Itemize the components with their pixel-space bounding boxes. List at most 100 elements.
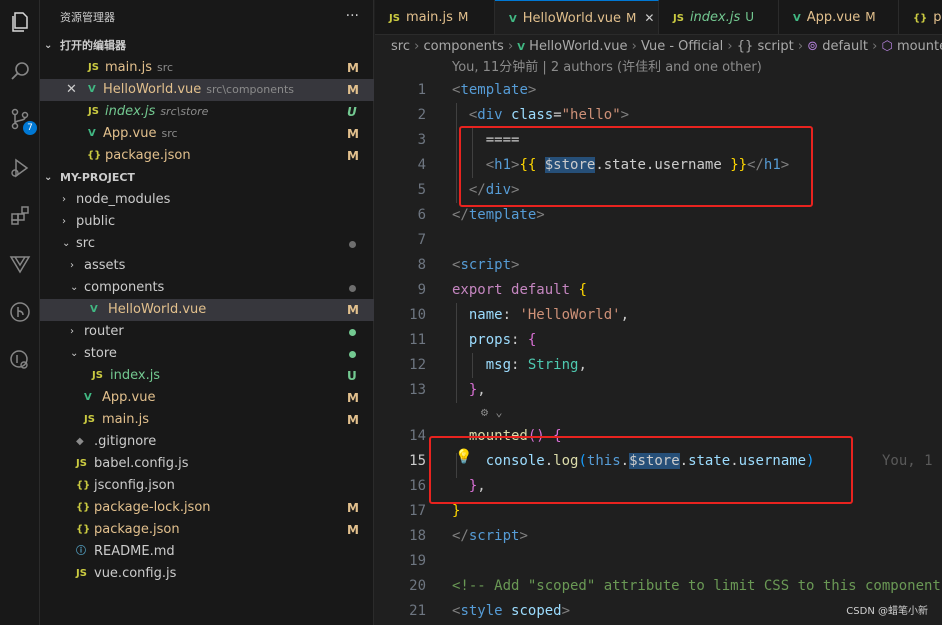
- vue-file-icon: V: [84, 392, 92, 403]
- chevron-right-icon: ›: [70, 260, 74, 271]
- code-line: props: {: [468, 332, 537, 348]
- tree-item[interactable]: V HelloWorld.vue M: [40, 299, 374, 321]
- json-file-icon: {}: [76, 502, 91, 513]
- chevron-right-icon: ›: [62, 216, 66, 227]
- tree-item[interactable]: V App.vue M: [40, 387, 374, 409]
- tab-app-vue[interactable]: V App.vue M: [779, 0, 899, 34]
- open-editor-item[interactable]: V App.vue src M: [40, 123, 374, 145]
- explorer-title: 资源管理器: [60, 11, 115, 24]
- tree-item[interactable]: › router: [40, 321, 374, 343]
- js-file-icon: JS: [673, 13, 684, 24]
- tree-item-label: vue.config.js: [94, 566, 177, 581]
- open-editor-item[interactable]: ✕ V HelloWorld.vue src\components M: [40, 79, 374, 101]
- line-number: 2: [417, 107, 426, 123]
- tab-status: M: [865, 10, 876, 24]
- git-status: M: [347, 501, 359, 515]
- line-number: 11: [409, 332, 426, 348]
- tab-main-js[interactable]: JS main.js M: [375, 0, 495, 34]
- search-icon[interactable]: [4, 55, 36, 87]
- codelens-blame[interactable]: You, 11分钟前 | 2 authors (许佳利 and one othe…: [452, 58, 762, 78]
- breadcrumb-item[interactable]: {} script: [737, 39, 794, 54]
- tree-item[interactable]: {} package-lock.json M: [40, 497, 374, 519]
- remote-icon[interactable]: [4, 344, 36, 376]
- extensions-icon[interactable]: [4, 200, 36, 232]
- tree-item[interactable]: › public: [40, 211, 374, 233]
- js-file-icon: JS: [76, 458, 87, 469]
- breadcrumb-item[interactable]: mounted: [897, 39, 942, 54]
- tree-item-label: main.js: [102, 412, 149, 427]
- open-editors-header[interactable]: ⌄ 打开的编辑器: [40, 35, 374, 57]
- code-line: </script>: [452, 528, 528, 544]
- tab-package-json[interactable]: {} p: [899, 0, 942, 34]
- line-number: 18: [409, 528, 426, 544]
- tab-helloworld-vue[interactable]: V HelloWorld.vue M ✕: [495, 0, 659, 34]
- git-status: M: [347, 413, 359, 427]
- tab-label: main.js: [405, 10, 453, 25]
- breadcrumb: src › components › V HelloWorld.vue › Vu…: [375, 36, 942, 58]
- codelens-icon[interactable]: ⚙ ⌄: [452, 400, 503, 425]
- run-debug-icon[interactable]: [4, 152, 36, 184]
- explorer-icon[interactable]: [4, 6, 36, 38]
- vue-file-icon: V: [517, 42, 526, 53]
- js-file-icon: JS: [88, 62, 99, 73]
- open-editor-item[interactable]: JS index.js src\store U: [40, 101, 374, 123]
- tree-item[interactable]: ⓘ README.md: [40, 541, 374, 563]
- project-header[interactable]: ⌄ MY-PROJECT: [40, 167, 374, 189]
- json-file-icon: {}: [76, 524, 91, 535]
- code-editor[interactable]: 1 2 3 4 5 6 7 8 9 10 11 12 13 14 15 16 17 18 19 20 21 <templ…: [375, 78, 942, 625]
- breadcrumb-item[interactable]: default: [822, 39, 868, 54]
- status-dot: [349, 241, 356, 248]
- tree-item[interactable]: ⌄ src: [40, 233, 374, 255]
- line-number: 6: [417, 207, 426, 223]
- symbol-icon: ⊚: [807, 39, 819, 54]
- tree-item[interactable]: JS babel.config.js: [40, 453, 374, 475]
- status-dot: [349, 329, 356, 336]
- tree-item-label: node_modules: [76, 192, 171, 207]
- open-editor-item[interactable]: {} package.json M: [40, 145, 374, 167]
- file-name: main.js: [105, 60, 152, 75]
- tree-item[interactable]: ◆ .gitignore: [40, 431, 374, 453]
- close-icon[interactable]: ✕: [66, 79, 77, 101]
- code-line: <script>: [452, 257, 520, 273]
- breadcrumb-item[interactable]: components: [423, 39, 503, 54]
- breadcrumb-item[interactable]: src: [391, 39, 410, 54]
- status-dot: [349, 351, 356, 358]
- tree-item[interactable]: ⌄ store: [40, 343, 374, 365]
- line-number: 17: [409, 503, 426, 519]
- tree-item[interactable]: {} jsconfig.json: [40, 475, 374, 497]
- line-number: 4: [417, 157, 426, 173]
- line-number: 5: [417, 182, 426, 198]
- line-number: 10: [409, 307, 426, 323]
- git-graph-icon[interactable]: [4, 296, 36, 328]
- git-status: M: [347, 83, 359, 97]
- close-icon[interactable]: ✕: [644, 11, 654, 25]
- tree-item[interactable]: JS vue.config.js: [40, 563, 374, 585]
- tree-item[interactable]: JS index.js U: [40, 365, 374, 387]
- vue-devtools-icon[interactable]: [4, 248, 36, 280]
- json-file-icon: {}: [87, 150, 102, 161]
- tree-item[interactable]: {} package.json M: [40, 519, 374, 541]
- tree-item-label: package-lock.json: [94, 500, 211, 515]
- tree-item[interactable]: › assets: [40, 255, 374, 277]
- breadcrumb-item[interactable]: HelloWorld.vue: [529, 39, 627, 54]
- tree-item[interactable]: › node_modules: [40, 189, 374, 211]
- source-control-badge: 7: [23, 121, 37, 135]
- chevron-right-icon: ›: [62, 194, 66, 205]
- more-actions-icon[interactable]: ···: [346, 0, 359, 35]
- code-line: <div class="hello">: [468, 107, 630, 123]
- tree-item-label: router: [84, 324, 124, 339]
- code-line: msg: String,: [485, 357, 587, 373]
- source-control-icon[interactable]: 7: [4, 103, 37, 135]
- json-file-icon: {}: [913, 13, 928, 24]
- tab-index-js[interactable]: JS index.js U: [659, 0, 779, 34]
- breadcrumb-item[interactable]: Vue - Official: [641, 39, 723, 54]
- tree-item[interactable]: JS main.js M: [40, 409, 374, 431]
- git-status: M: [347, 61, 359, 75]
- open-editor-item[interactable]: JS main.js src M: [40, 57, 374, 79]
- chevron-right-icon: ›: [70, 326, 74, 337]
- open-editors-label: 打开的编辑器: [60, 39, 126, 52]
- code-line: export default {: [452, 282, 587, 298]
- tree-item[interactable]: ⌄ components: [40, 277, 374, 299]
- line-number: 7: [417, 232, 426, 248]
- line-number: 8: [417, 257, 426, 273]
